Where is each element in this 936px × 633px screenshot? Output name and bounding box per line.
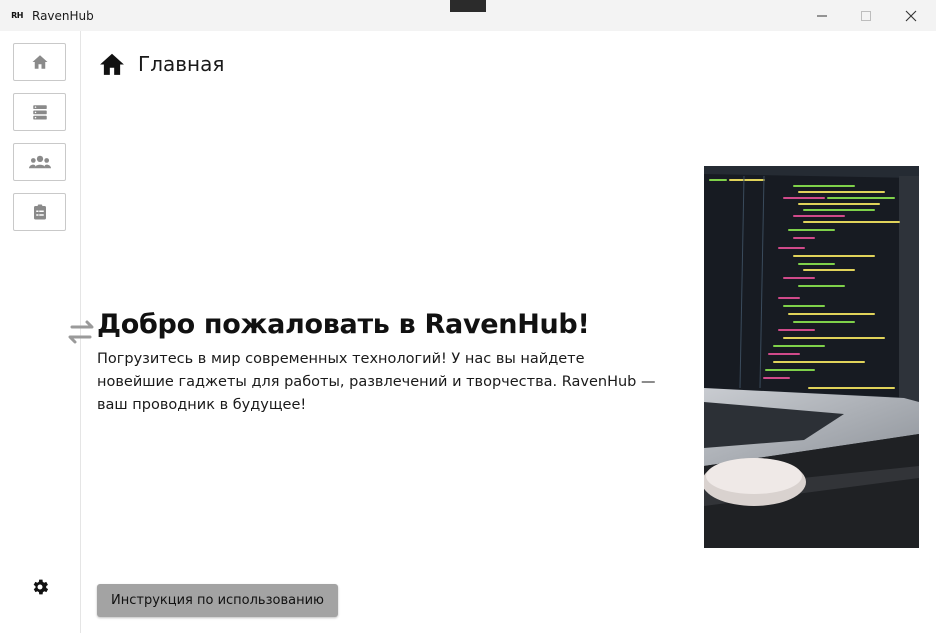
welcome-text: Погрузитесь в мир современных технологий… [97, 351, 656, 413]
sidebar-item-catalog[interactable] [13, 93, 66, 131]
home-icon [32, 55, 47, 69]
group-icon [28, 155, 51, 169]
sidebar-item-users[interactable] [13, 143, 66, 181]
close-icon [905, 10, 917, 21]
hero-image [704, 166, 919, 548]
gear-icon [33, 579, 49, 595]
welcome-title: Добро пожаловать в RavenHub! [97, 309, 590, 340]
home-icon [100, 53, 124, 75]
page-header: Главная [98, 50, 224, 78]
page-title: Главная [138, 52, 225, 76]
minimize-button[interactable] [799, 0, 845, 31]
list-icon [32, 105, 47, 120]
settings-button[interactable] [28, 575, 52, 599]
sidebar-item-home[interactable] [13, 43, 66, 81]
app-logo: RH [11, 11, 23, 20]
maximize-icon [861, 10, 871, 21]
sidebar-item-orders[interactable] [13, 193, 66, 231]
minimize-icon [817, 15, 827, 16]
swap-icon[interactable] [64, 318, 98, 350]
window-title: RavenHub [32, 8, 94, 23]
close-button[interactable] [888, 0, 934, 31]
swap-arrows-icon [68, 320, 94, 344]
guide-button[interactable]: Инструкция по использованию [97, 584, 338, 617]
maximize-button[interactable] [843, 0, 889, 31]
clipboard-icon [33, 204, 46, 220]
camera-notch [450, 0, 486, 12]
